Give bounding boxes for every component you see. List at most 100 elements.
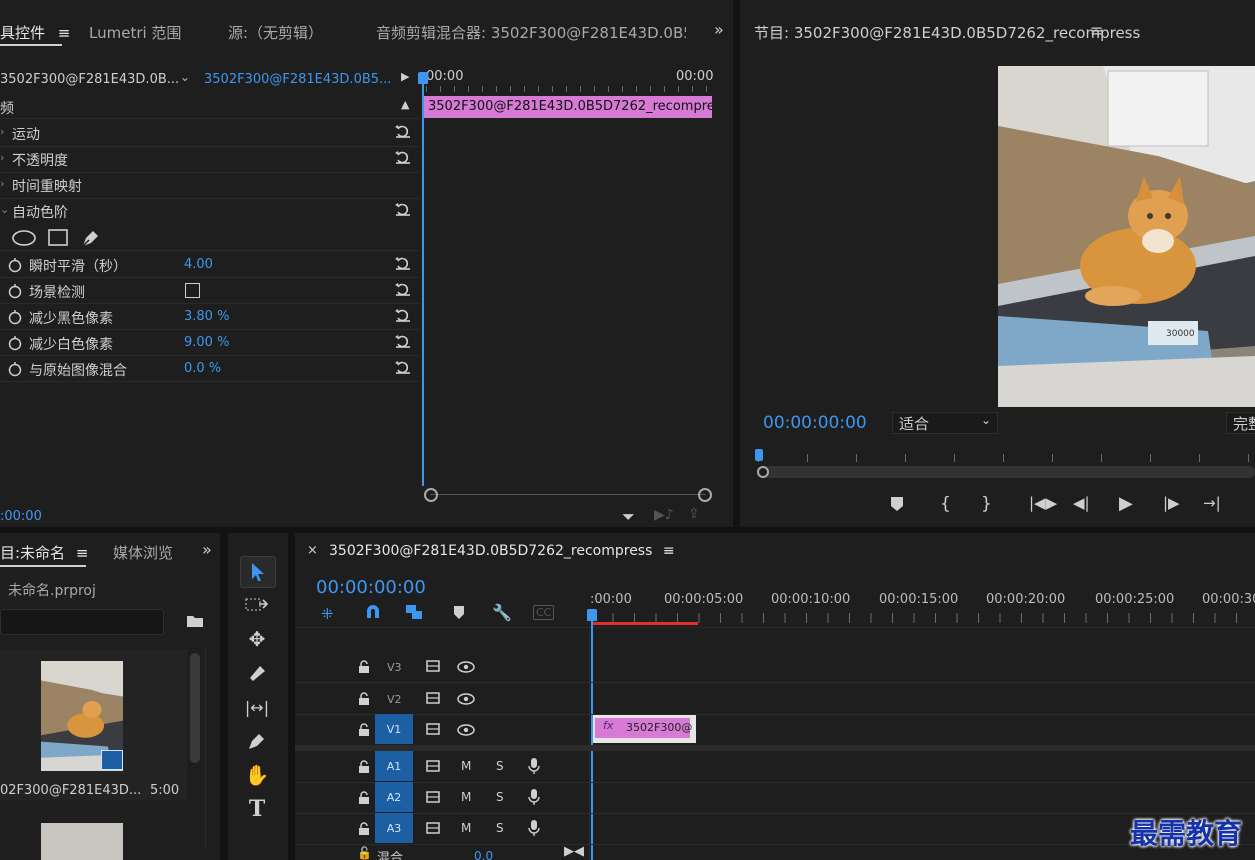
solo-button[interactable]: S (496, 759, 504, 773)
more-tabs-icon[interactable]: » (714, 20, 724, 39)
param-row[interactable]: 减少黑色像素 3.80 % (0, 304, 420, 330)
stopwatch-icon[interactable] (8, 257, 22, 277)
more-tabs-icon[interactable]: » (202, 540, 212, 559)
param-value[interactable]: 9.00 % (184, 335, 229, 350)
close-icon[interactable]: × (307, 543, 318, 558)
ec-playhead-marker[interactable] (418, 72, 428, 84)
project-scrollbar[interactable] (190, 653, 200, 763)
eye-icon[interactable] (457, 724, 475, 740)
ec-zoom-scrollbar[interactable] (430, 494, 706, 495)
eye-icon[interactable] (457, 661, 475, 677)
param-row[interactable]: 场景检测 (0, 278, 420, 304)
disclosure-icon[interactable]: › (0, 125, 4, 138)
program-zoom-bar[interactable] (762, 466, 1255, 478)
add-marker-icon[interactable] (453, 605, 465, 624)
solo-button[interactable]: S (496, 821, 504, 835)
quality-dropdown[interactable]: 完整 (1226, 412, 1255, 434)
master-clip-name[interactable]: 3502F300@F281E43D.0B... (0, 72, 179, 87)
project-item-2-thumbnail[interactable] (41, 823, 123, 860)
zoom-handle-left[interactable] (757, 466, 769, 478)
param-value[interactable]: 3.80 % (184, 309, 229, 324)
reset-icon[interactable] (394, 281, 412, 301)
audio-only-icon[interactable]: ▶♪ (654, 507, 674, 523)
stopwatch-icon[interactable] (8, 335, 22, 355)
track-select-tool-icon[interactable] (240, 590, 274, 620)
solo-button[interactable]: S (496, 790, 504, 804)
export-icon[interactable]: ⇪ (688, 506, 700, 522)
ec-clip-bar[interactable]: 3502F300@F281E43D.0B5D7262_recompres (424, 96, 712, 118)
type-tool-icon[interactable]: T (240, 794, 274, 824)
disclosure-icon[interactable]: ⌄ (0, 203, 9, 216)
sync-lock-icon[interactable] (426, 822, 440, 838)
stopwatch-icon[interactable] (8, 283, 22, 303)
param-value[interactable]: 0.0 % (184, 361, 221, 376)
ellipse-mask-icon[interactable] (11, 229, 37, 247)
add-marker-icon[interactable] (890, 496, 904, 516)
timeline-playhead[interactable] (591, 611, 593, 860)
program-timecode[interactable]: 00:00:00:00 (763, 413, 867, 433)
play-triangle-icon[interactable]: ▶ (401, 70, 409, 83)
tab-sequence[interactable]: 3502F300@F281E43D.0B5D7262_recompress ≡ (329, 543, 675, 559)
linked-selection-icon[interactable] (405, 604, 423, 624)
mute-button[interactable]: M (461, 759, 471, 773)
lock-icon[interactable] (358, 822, 370, 840)
mix-value[interactable]: 0.0 (474, 849, 493, 860)
ripple-edit-tool-icon[interactable]: ✥ (240, 624, 274, 654)
captions-icon[interactable]: CC (533, 605, 555, 620)
fit-dropdown[interactable]: 适合 ⌄ (892, 412, 998, 434)
chevron-down-icon[interactable]: ⌄ (180, 70, 190, 84)
zoom-handle-left[interactable] (424, 488, 438, 502)
reset-icon[interactable] (394, 359, 412, 379)
track-name-v2[interactable]: V2 (387, 693, 402, 706)
microphone-icon[interactable] (528, 788, 540, 810)
tab-audio-clip-mixer[interactable]: 音频剪辑混合器: 3502F300@F281E43D.0B5D7 (376, 22, 686, 43)
mute-button[interactable]: M (461, 790, 471, 804)
microphone-icon[interactable] (528, 757, 540, 779)
pen-tool-icon[interactable] (240, 726, 274, 756)
effect-row-auto-levels[interactable]: ⌄ 自动色阶 (0, 198, 420, 224)
mix-lock-icon[interactable]: 🔓 (357, 846, 372, 860)
project-search-input[interactable] (0, 609, 164, 635)
play-button-icon[interactable]: ▶ (1119, 493, 1133, 514)
slip-tool-icon[interactable]: |↔| (240, 692, 274, 722)
step-forward-icon[interactable]: |▶ (1163, 494, 1180, 512)
nest-toggle-icon[interactable]: ⁜ (321, 605, 334, 623)
panel-menu-icon[interactable]: ≡ (663, 543, 675, 559)
tab-source[interactable]: 源:（无剪辑） (228, 22, 323, 43)
param-row[interactable]: 与原始图像混合 0.0 % (0, 356, 420, 382)
ec-playhead[interactable] (422, 74, 424, 486)
eye-icon[interactable] (457, 693, 475, 709)
scene-detect-checkbox[interactable] (185, 283, 200, 298)
disclosure-icon[interactable]: › (0, 177, 4, 190)
timeline-timecode[interactable]: 00:00:00:00 (316, 577, 426, 598)
mix-end-icon[interactable]: ▶◀ (564, 844, 584, 859)
sync-lock-icon[interactable] (426, 791, 440, 807)
param-row[interactable]: 瞬时平滑（秒） 4.00 (0, 252, 420, 278)
timeline-clip-v1[interactable]: fx 3502F300@ (593, 715, 696, 743)
sync-lock-icon[interactable] (426, 692, 440, 708)
sync-lock-icon[interactable] (426, 660, 440, 676)
panel-menu-icon[interactable]: ≡ (76, 544, 89, 562)
param-value[interactable]: 4.00 (184, 257, 213, 272)
sync-lock-icon[interactable] (426, 723, 440, 739)
rectangle-mask-icon[interactable] (47, 229, 69, 247)
reset-icon[interactable] (394, 255, 412, 275)
fx-badge[interactable]: fx (603, 719, 613, 732)
hand-tool-icon[interactable]: ✋ (240, 760, 274, 790)
stopwatch-icon[interactable] (8, 309, 22, 329)
lock-icon[interactable] (358, 660, 370, 678)
microphone-icon[interactable] (528, 819, 540, 841)
timeline-playhead-marker[interactable] (587, 609, 597, 621)
lock-icon[interactable] (358, 760, 370, 778)
razor-tool-icon[interactable] (240, 658, 274, 688)
mute-button[interactable]: M (461, 821, 471, 835)
panel-menu-icon[interactable]: ≡ (58, 24, 71, 42)
track-target-a3[interactable]: A3 (375, 813, 413, 843)
go-to-in-icon[interactable]: |◀▶ (1029, 494, 1057, 512)
tab-project[interactable]: 目:未命名 ≡ (0, 542, 88, 563)
pen-mask-icon[interactable] (80, 227, 102, 249)
track-target-v1[interactable]: V1 (375, 714, 413, 744)
disclosure-icon[interactable]: › (0, 151, 4, 164)
lock-icon[interactable] (358, 723, 370, 741)
effect-row-opacity[interactable]: › 不透明度 (0, 146, 420, 172)
